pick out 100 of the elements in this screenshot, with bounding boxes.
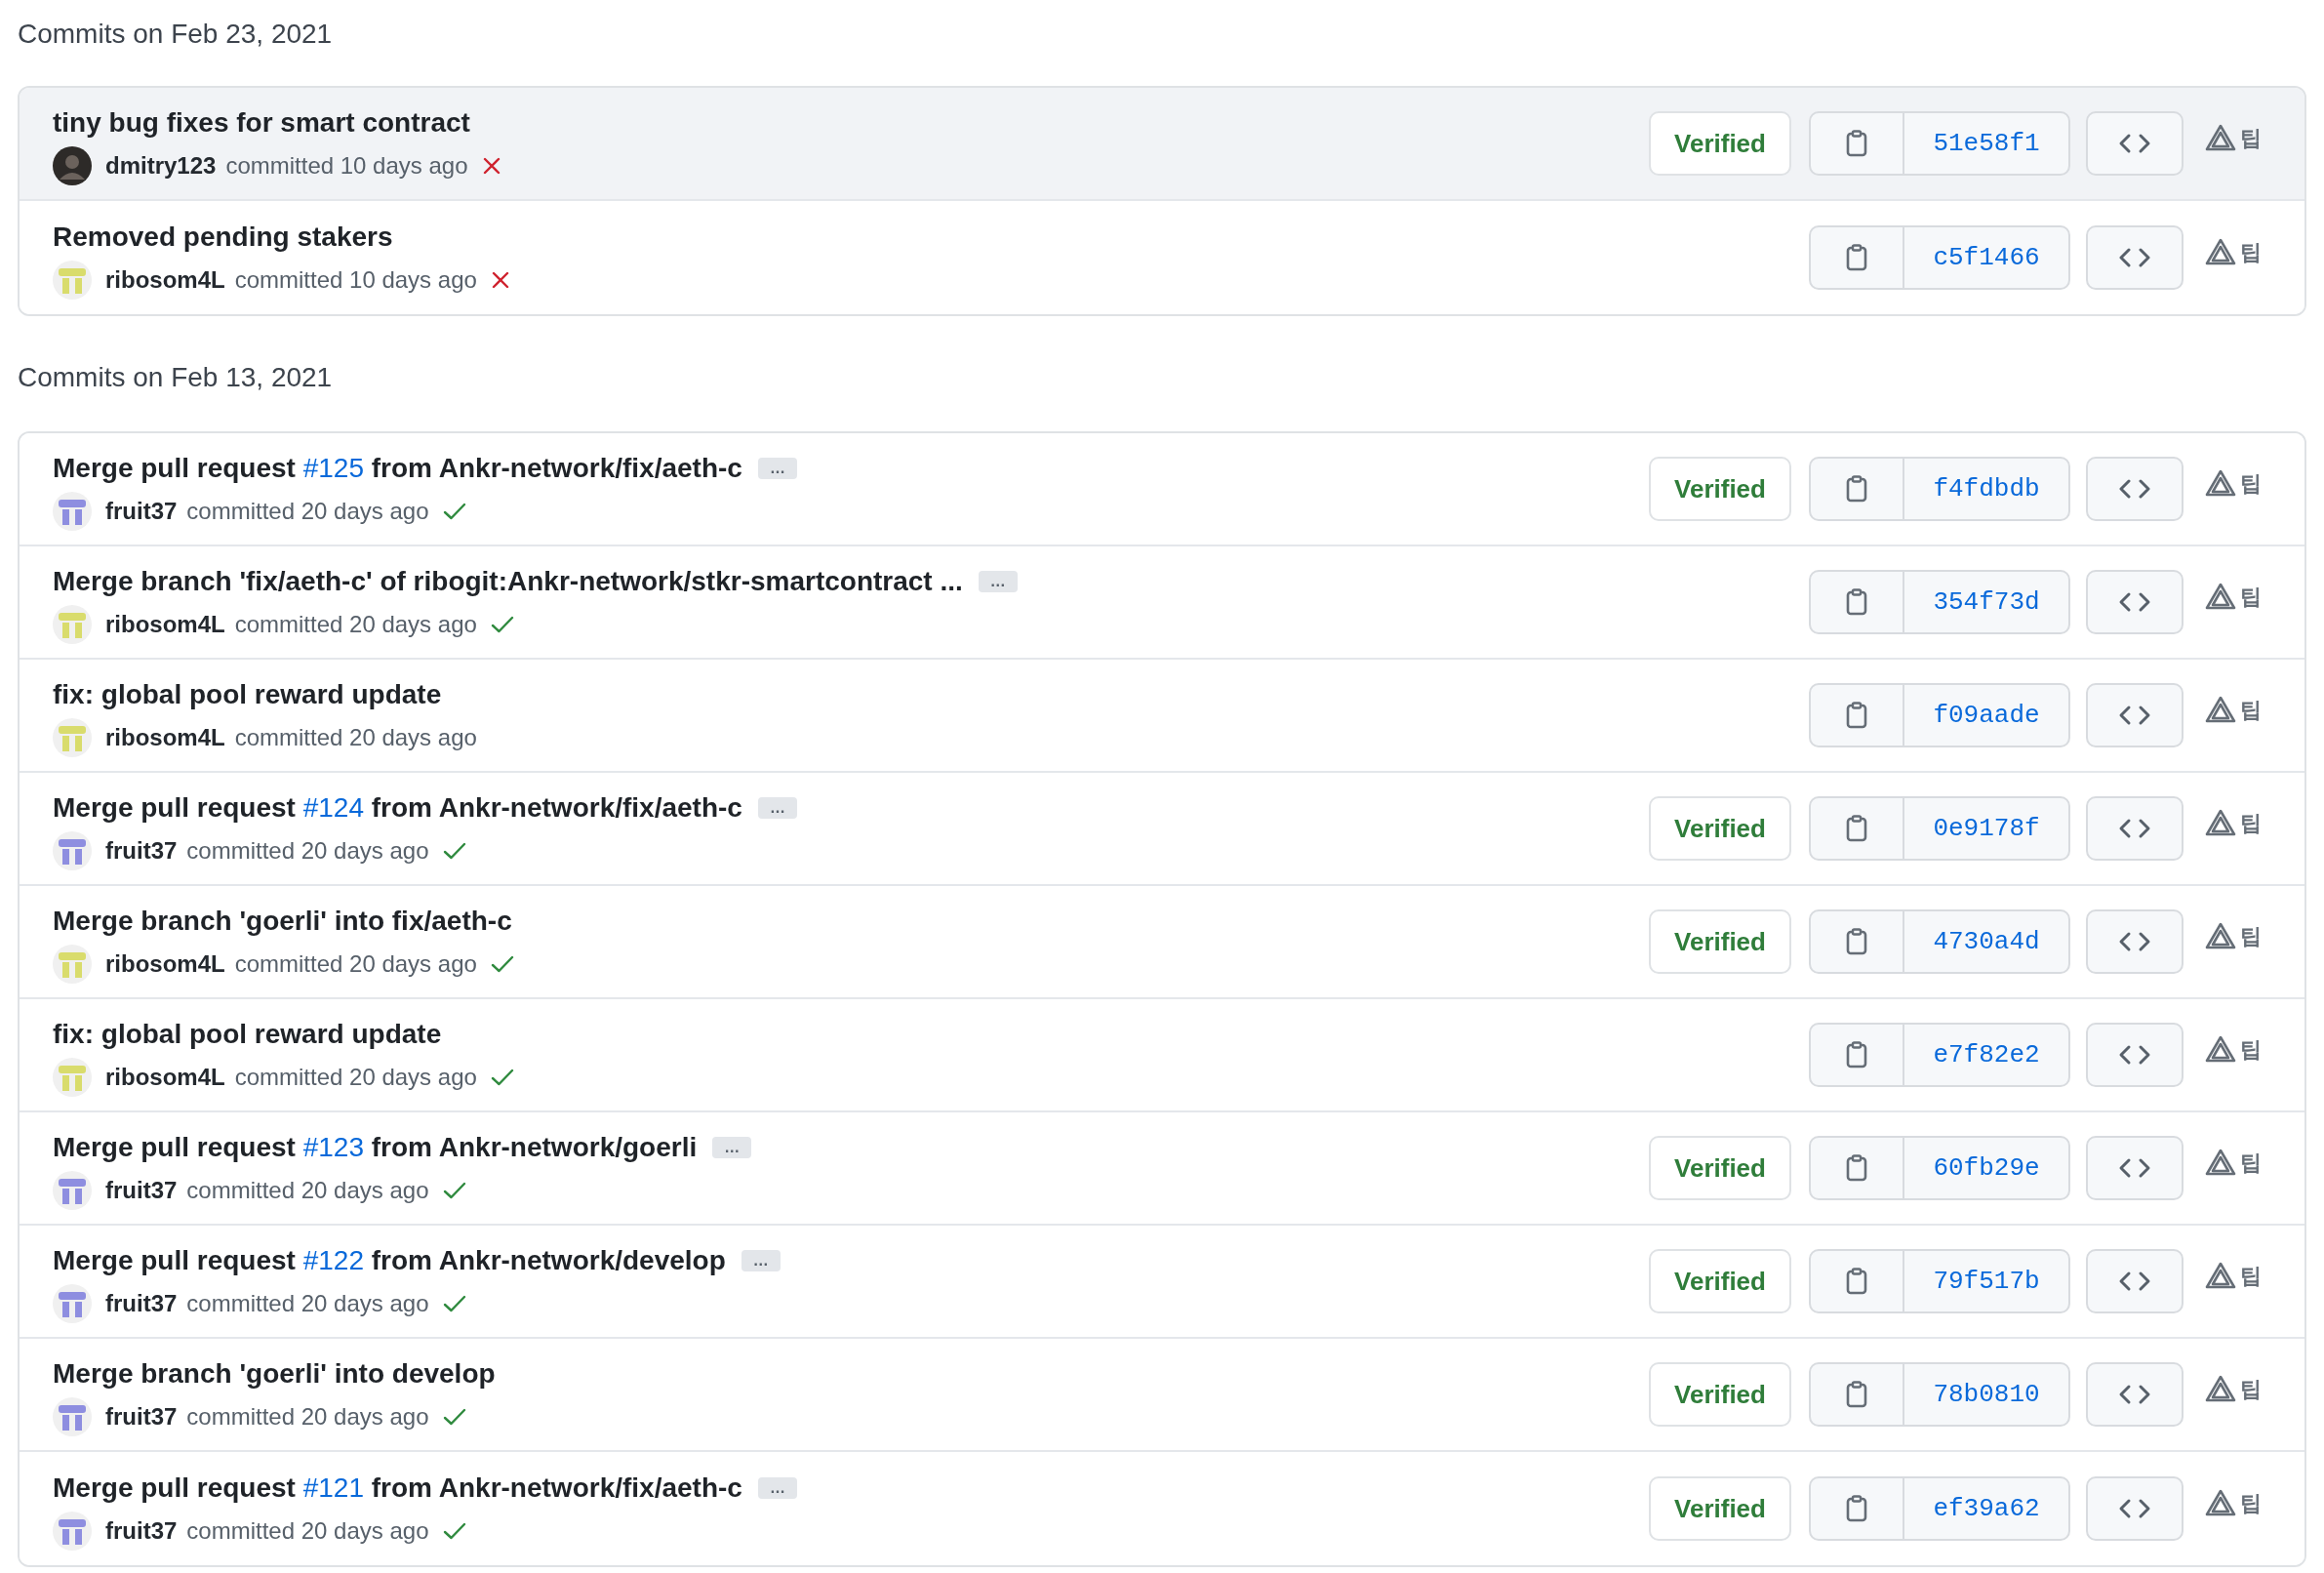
commit-sha-link[interactable]: f4fdbdb — [1904, 459, 2068, 519]
commit-time: committed 20 days ago — [186, 1176, 429, 1205]
code-icon — [2118, 1270, 2151, 1292]
verified-badge[interactable]: Verified — [1649, 111, 1791, 176]
commit-title[interactable]: Removed pending stakers — [53, 217, 393, 258]
verified-badge[interactable]: Verified — [1649, 909, 1791, 974]
verified-badge[interactable]: Verified — [1649, 1362, 1791, 1427]
code-icon — [2118, 133, 2151, 154]
extension-label[interactable]: 팁 — [2240, 806, 2262, 839]
verified-badge[interactable]: Verified — [1649, 1476, 1791, 1541]
author-name[interactable]: fruit37 — [105, 1513, 178, 1549]
triangle-logo-icon[interactable] — [2205, 1489, 2236, 1516]
extension-label[interactable]: 팁 — [2240, 466, 2262, 500]
author-name[interactable]: fruit37 — [105, 1286, 178, 1321]
commit-title[interactable]: fix: global pool reward update — [53, 674, 442, 715]
extension-label[interactable]: 팁 — [2240, 1146, 2262, 1179]
commit-title[interactable]: Merge branch 'goerli' into develop — [53, 1353, 496, 1394]
triangle-logo-icon[interactable] — [2205, 238, 2236, 265]
author-name[interactable]: fruit37 — [105, 833, 178, 868]
triangle-logo-icon[interactable] — [2205, 469, 2236, 497]
commit-title[interactable]: tiny bug fixes for smart contract — [53, 102, 470, 143]
expand-description-button[interactable]: … — [757, 1477, 797, 1499]
commit-sha-link[interactable]: 0e9178f — [1904, 798, 2068, 859]
commit-sha-link[interactable]: c5f1466 — [1904, 227, 2068, 288]
code-icon — [2118, 1384, 2151, 1405]
extension-label[interactable]: 팁 — [2240, 1259, 2262, 1292]
triangle-logo-icon[interactable] — [2205, 696, 2236, 723]
author-name[interactable]: dmitry123 — [105, 148, 217, 183]
verified-badge[interactable]: Verified — [1649, 796, 1791, 861]
author-name[interactable]: fruit37 — [105, 1173, 178, 1208]
clipboard-icon — [1846, 815, 1867, 842]
extension-label[interactable]: 팁 — [2240, 1032, 2262, 1066]
author-name[interactable]: ribosom4L — [105, 720, 225, 755]
commit-sha-link[interactable]: 60fb29e — [1904, 1138, 2068, 1198]
avatar-silhouette — [53, 146, 92, 185]
author-name[interactable]: ribosom4L — [105, 262, 225, 298]
extension-label[interactable]: 팁 — [2240, 580, 2262, 613]
author-name[interactable]: fruit37 — [105, 494, 178, 529]
triangle-logo-icon[interactable] — [2205, 1149, 2236, 1176]
triangle-logo-icon[interactable] — [2205, 1035, 2236, 1063]
pull-request-link[interactable]: #124 — [302, 792, 364, 823]
expand-description-button[interactable]: … — [978, 571, 1018, 592]
commit-sha-link[interactable]: 78b0810 — [1904, 1364, 2068, 1425]
commit-sha-link[interactable]: ef39a62 — [1904, 1478, 2068, 1539]
commit-sha-link[interactable]: 79f517b — [1904, 1251, 2068, 1311]
clipboard-icon — [1846, 244, 1867, 271]
commit-title[interactable]: Merge pull request #124 from Ankr-network/fix/aeth-c — [53, 787, 742, 828]
verified-badge[interactable]: Verified — [1649, 1249, 1791, 1313]
expand-description-button[interactable]: … — [757, 458, 797, 479]
extension-label[interactable]: 팁 — [2240, 693, 2262, 726]
verified-badge[interactable]: Verified — [1649, 1136, 1791, 1200]
extension-label[interactable]: 팁 — [2240, 235, 2262, 268]
commit-sha-link[interactable]: 4730a4d — [1904, 911, 2068, 972]
triangle-logo-icon[interactable] — [2205, 1375, 2236, 1402]
pull-request-link[interactable]: #121 — [302, 1472, 364, 1503]
commit-title[interactable]: Merge pull request #122 from Ankr-network/develop — [53, 1240, 726, 1281]
extension-label[interactable]: 팁 — [2240, 919, 2262, 952]
commit-title[interactable]: Merge branch 'goerli' into fix/aeth-c — [53, 901, 512, 942]
triangle-logo-icon[interactable] — [2205, 809, 2236, 836]
commit-title[interactable]: Merge pull request #121 from Ankr-network/fix/aeth-c — [53, 1468, 742, 1509]
commit-sha-link[interactable]: 354f73d — [1904, 572, 2068, 632]
extension-label[interactable]: 팁 — [2240, 121, 2262, 154]
author-name[interactable]: fruit37 — [105, 1399, 178, 1434]
pull-request-link[interactable]: #125 — [302, 453, 364, 483]
commit-time: committed 10 days ago — [225, 151, 468, 181]
commit-sha-link[interactable]: e7f82e2 — [1904, 1025, 2068, 1085]
commit-time: committed 20 days ago — [186, 1289, 429, 1318]
check-icon — [490, 615, 514, 634]
expand-description-button[interactable]: … — [712, 1137, 752, 1158]
commit-title[interactable]: Merge pull request #125 from Ankr-network/fix/aeth-c — [53, 448, 742, 489]
code-icon — [2118, 247, 2151, 268]
author-name[interactable]: ribosom4L — [105, 947, 225, 982]
triangle-logo-icon[interactable] — [2205, 1262, 2236, 1289]
commit-time: committed 20 days ago — [186, 1402, 429, 1432]
commit-sha-link[interactable]: 51e58f1 — [1904, 113, 2068, 174]
extension-label[interactable]: 팁 — [2240, 1372, 2262, 1405]
triangle-logo-icon[interactable] — [2205, 583, 2236, 610]
commit-title[interactable]: Merge branch 'fix/aeth-c' of ribogit:Ankr-network/stkr-smartcontract ... — [53, 561, 963, 602]
verified-badge[interactable]: Verified — [1649, 457, 1791, 521]
triangle-logo-icon[interactable] — [2205, 124, 2236, 151]
commit-title[interactable]: Merge pull request #123 from Ankr-network/goerli — [53, 1127, 698, 1168]
author-name[interactable]: ribosom4L — [105, 607, 225, 642]
expand-description-button[interactable]: … — [741, 1250, 781, 1271]
date-heading: Commits on Feb 23, 2021 — [18, 18, 334, 51]
commit-time: committed 20 days ago — [186, 497, 429, 526]
commit-title[interactable]: fix: global pool reward update — [53, 1014, 442, 1055]
clipboard-icon — [1846, 1041, 1867, 1069]
extension-label[interactable]: 팁 — [2240, 1486, 2262, 1519]
clipboard-icon — [1846, 475, 1867, 503]
pull-request-link[interactable]: #122 — [302, 1245, 364, 1275]
commit-time: committed 20 days ago — [234, 610, 477, 639]
commit-sha-link[interactable]: f09aade — [1904, 685, 2068, 746]
author-name[interactable]: ribosom4L — [105, 1060, 225, 1095]
pull-request-link[interactable]: #123 — [302, 1132, 364, 1162]
code-icon — [2118, 1498, 2151, 1519]
expand-description-button[interactable]: … — [757, 797, 797, 819]
code-icon — [2118, 705, 2151, 726]
clipboard-icon — [1846, 702, 1867, 729]
cross-icon — [490, 270, 510, 290]
triangle-logo-icon[interactable] — [2205, 922, 2236, 949]
